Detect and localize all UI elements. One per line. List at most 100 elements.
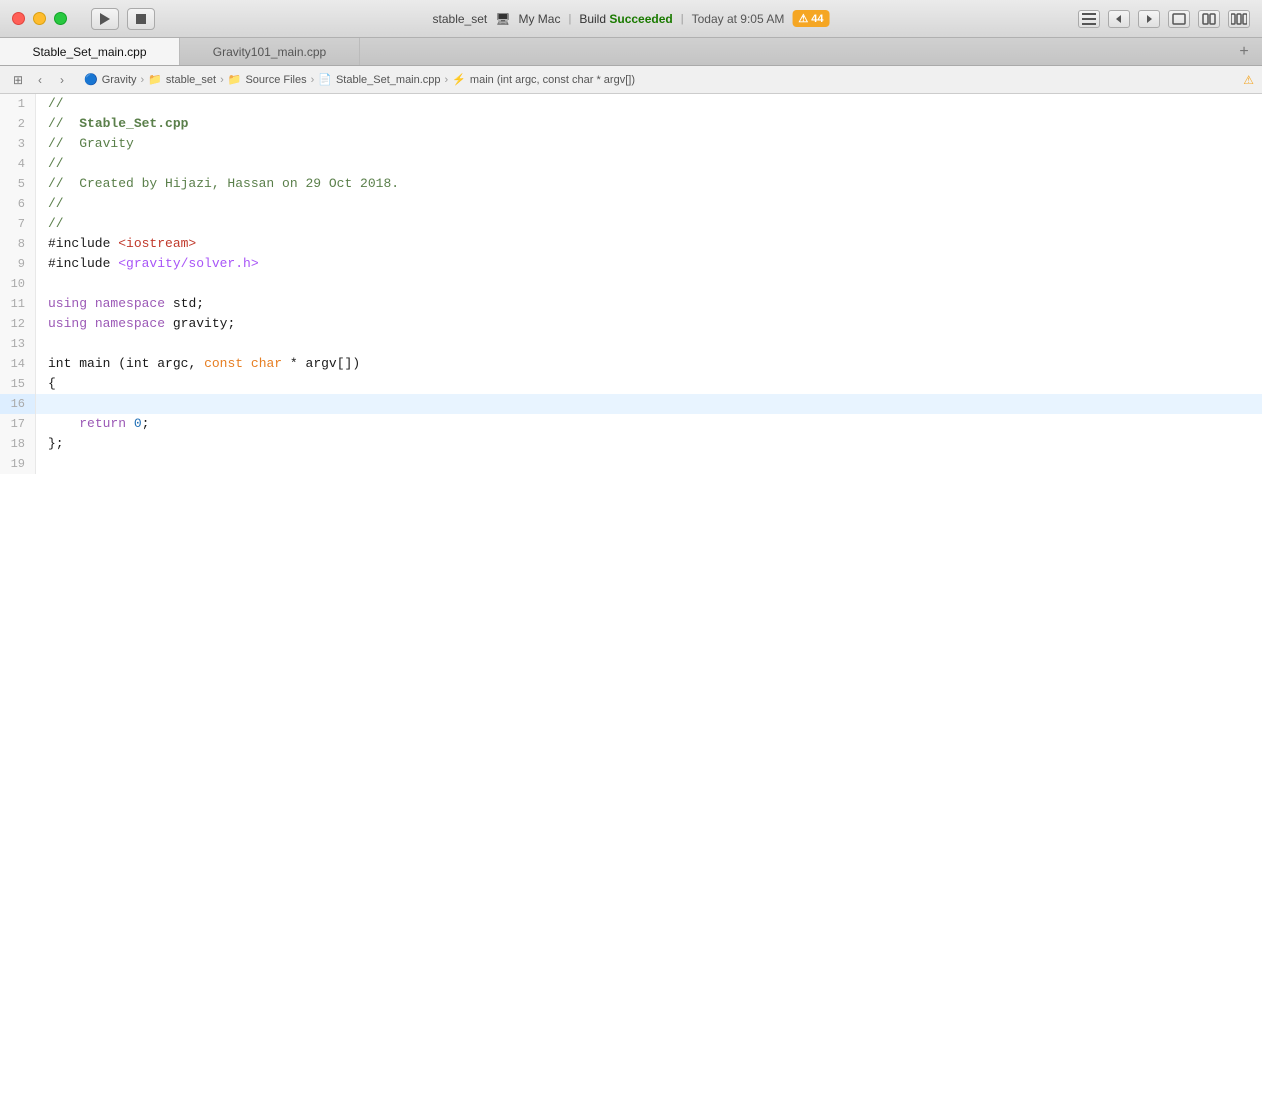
breadcrumb-gravity[interactable]: 🔵 Gravity: [84, 73, 137, 86]
line-number: 13: [0, 334, 36, 354]
code-line-9: 9 #include <gravity/solver.h>: [0, 254, 1262, 274]
line-content: [36, 274, 1262, 294]
line-content: // Stable_Set.cpp: [36, 114, 1262, 134]
code-line-14: 14 int main (int argc, const char * argv…: [0, 354, 1262, 374]
code-line-7: 7 //: [0, 214, 1262, 234]
split-editor-button[interactable]: [1198, 10, 1220, 28]
code-line-5: 5 // Created by Hijazi, Hassan on 29 Oct…: [0, 174, 1262, 194]
line-number: 17: [0, 414, 36, 434]
breadcrumb-sep-3: ›: [311, 74, 315, 86]
code-line-13: 13: [0, 334, 1262, 354]
line-number: 18: [0, 434, 36, 454]
line-number: 3: [0, 134, 36, 154]
breadcrumb-source-files[interactable]: 📁 Source Files: [228, 73, 307, 86]
file-warning-icon: ⚠: [1243, 73, 1254, 87]
breadcrumb-filename[interactable]: 📄 Stable_Set_main.cpp: [318, 73, 440, 86]
line-number: 14: [0, 354, 36, 374]
line-content: //: [36, 194, 1262, 214]
folder-icon-2: 📁: [228, 73, 242, 86]
line-content: {: [36, 374, 1262, 394]
code-line-6: 6 //: [0, 194, 1262, 214]
line-number: 19: [0, 454, 36, 474]
code-line-4: 4 //: [0, 154, 1262, 174]
line-number: 6: [0, 194, 36, 214]
device-name: My Mac: [518, 12, 560, 26]
code-line-18: 18 };: [0, 434, 1262, 454]
line-content: [36, 334, 1262, 354]
code-line-3: 3 // Gravity: [0, 134, 1262, 154]
warning-count: 44: [811, 13, 823, 25]
tab-bar: Stable_Set_main.cpp Gravity101_main.cpp …: [0, 38, 1262, 66]
gravity-project-icon: 🔵: [84, 73, 98, 86]
breadcrumb-filename-label: Stable_Set_main.cpp: [336, 74, 441, 86]
play-button[interactable]: [91, 8, 119, 30]
breadcrumb-function-label: main (int argc, const char * argv[]): [470, 74, 635, 86]
code-line-19: 19: [0, 454, 1262, 474]
folder-icon-1: 📁: [148, 73, 162, 86]
code-line-8: 8 #include <iostream>: [0, 234, 1262, 254]
line-content: using namespace gravity;: [36, 314, 1262, 334]
breadcrumb-nav-controls: ⊞ ‹ ›: [8, 70, 72, 90]
forward-button[interactable]: [1138, 10, 1160, 28]
breadcrumb-stable-set-label: stable_set: [166, 74, 216, 86]
close-button[interactable]: [12, 12, 25, 25]
single-editor-button[interactable]: [1168, 10, 1190, 28]
panel-toggle-button[interactable]: [1078, 10, 1100, 28]
titlebar-center: stable_set 🖥 My Mac | Build Succeeded | …: [433, 10, 830, 27]
breadcrumb-source-files-label: Source Files: [245, 74, 306, 86]
line-number: 8: [0, 234, 36, 254]
line-content: #include <iostream>: [36, 234, 1262, 254]
code-line-15: 15 {: [0, 374, 1262, 394]
code-line-16: 16: [0, 394, 1262, 414]
tab-label: Gravity101_main.cpp: [213, 45, 326, 59]
grid-view-button[interactable]: ⊞: [8, 70, 28, 90]
function-icon: ⚡: [452, 73, 466, 86]
scheme-name: stable_set: [433, 12, 488, 26]
code-line-2: 2 // Stable_Set.cpp: [0, 114, 1262, 134]
line-number: 1: [0, 94, 36, 114]
line-number: 12: [0, 314, 36, 334]
line-content: };: [36, 434, 1262, 454]
titlebar-separator: |: [568, 13, 571, 25]
nav-back-button[interactable]: ‹: [30, 70, 50, 90]
tab-gravity101-main[interactable]: Gravity101_main.cpp: [180, 38, 360, 65]
breadcrumb-bar: ⊞ ‹ › 🔵 Gravity › 📁 stable_set › 📁 Sourc…: [0, 66, 1262, 94]
line-content: [36, 454, 1262, 474]
minimize-button[interactable]: [33, 12, 46, 25]
breadcrumb-stable-set[interactable]: 📁 stable_set: [148, 73, 216, 86]
titlebar-device-icon: 🖥: [495, 12, 510, 26]
line-number: 9: [0, 254, 36, 274]
tab-label: Stable_Set_main.cpp: [32, 45, 146, 59]
line-number: 4: [0, 154, 36, 174]
line-number: 15: [0, 374, 36, 394]
maximize-button[interactable]: [54, 12, 67, 25]
code-editor[interactable]: 1 // 2 // Stable_Set.cpp 3 // Gravity 4 …: [0, 94, 1262, 1094]
line-content: //: [36, 214, 1262, 234]
triple-editor-button[interactable]: [1228, 10, 1250, 28]
titlebar: stable_set 🖥 My Mac | Build Succeeded | …: [0, 0, 1262, 38]
warning-count-badge[interactable]: ⚠ 44: [792, 10, 829, 27]
line-content: //: [36, 154, 1262, 174]
breadcrumb-right-indicators: ⚠: [1243, 73, 1254, 87]
build-label: Build Succeeded: [579, 12, 672, 26]
line-number: 10: [0, 274, 36, 294]
line-content: return 0;: [36, 414, 1262, 434]
code-line-17: 17 return 0;: [0, 414, 1262, 434]
window-controls: [0, 12, 67, 25]
breadcrumb-function[interactable]: ⚡ main (int argc, const char * argv[]): [452, 73, 635, 86]
add-tab-button[interactable]: +: [1234, 38, 1262, 65]
titlebar-separator2: |: [681, 13, 684, 25]
back-forward-button[interactable]: [1108, 10, 1130, 28]
breadcrumb-gravity-label: Gravity: [102, 74, 137, 86]
line-number: 16: [0, 394, 36, 414]
build-status: Succeeded: [609, 12, 672, 26]
line-content: using namespace std;: [36, 294, 1262, 314]
build-time: Today at 9:05 AM: [692, 12, 785, 26]
line-content: // Gravity: [36, 134, 1262, 154]
stop-button[interactable]: [127, 8, 155, 30]
line-number: 7: [0, 214, 36, 234]
tab-stable-set-main[interactable]: Stable_Set_main.cpp: [0, 38, 180, 65]
nav-forward-button[interactable]: ›: [52, 70, 72, 90]
code-line-11: 11 using namespace std;: [0, 294, 1262, 314]
code-line-1: 1 //: [0, 94, 1262, 114]
